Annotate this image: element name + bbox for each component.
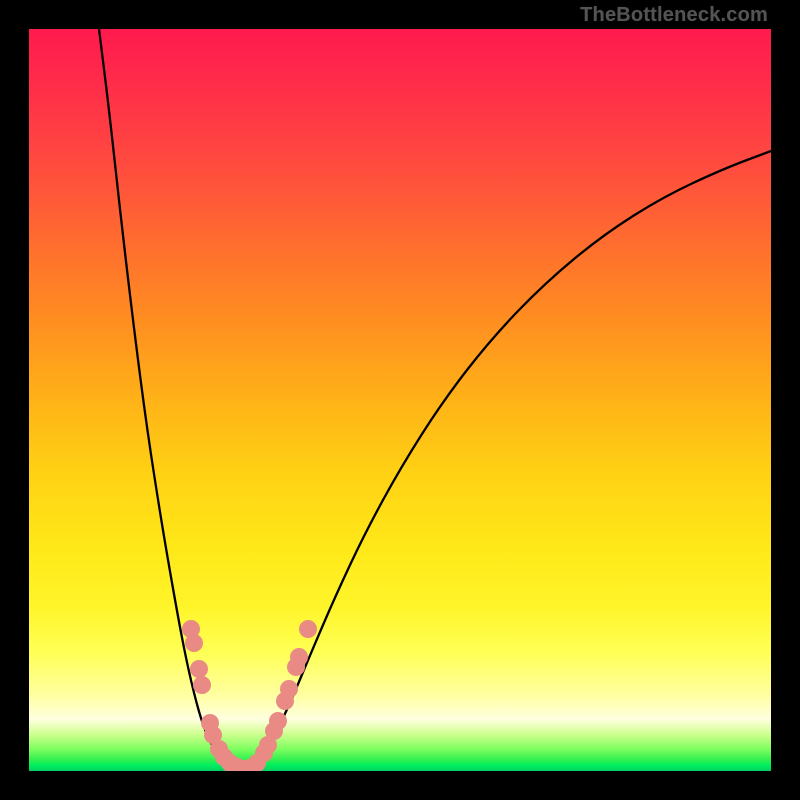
data-marker xyxy=(190,660,208,678)
data-marker xyxy=(193,676,211,694)
curve-left-branch xyxy=(99,29,239,770)
data-marker xyxy=(185,634,203,652)
data-marker xyxy=(299,620,317,638)
data-markers xyxy=(182,620,317,771)
data-marker xyxy=(280,680,298,698)
watermark-text: TheBottleneck.com xyxy=(580,4,768,27)
data-marker xyxy=(269,712,287,730)
plot-area xyxy=(29,29,771,771)
curve-right-branch xyxy=(239,151,771,770)
data-marker xyxy=(290,648,308,666)
curve-layer xyxy=(29,29,771,771)
chart-frame: TheBottleneck.com xyxy=(0,0,800,800)
